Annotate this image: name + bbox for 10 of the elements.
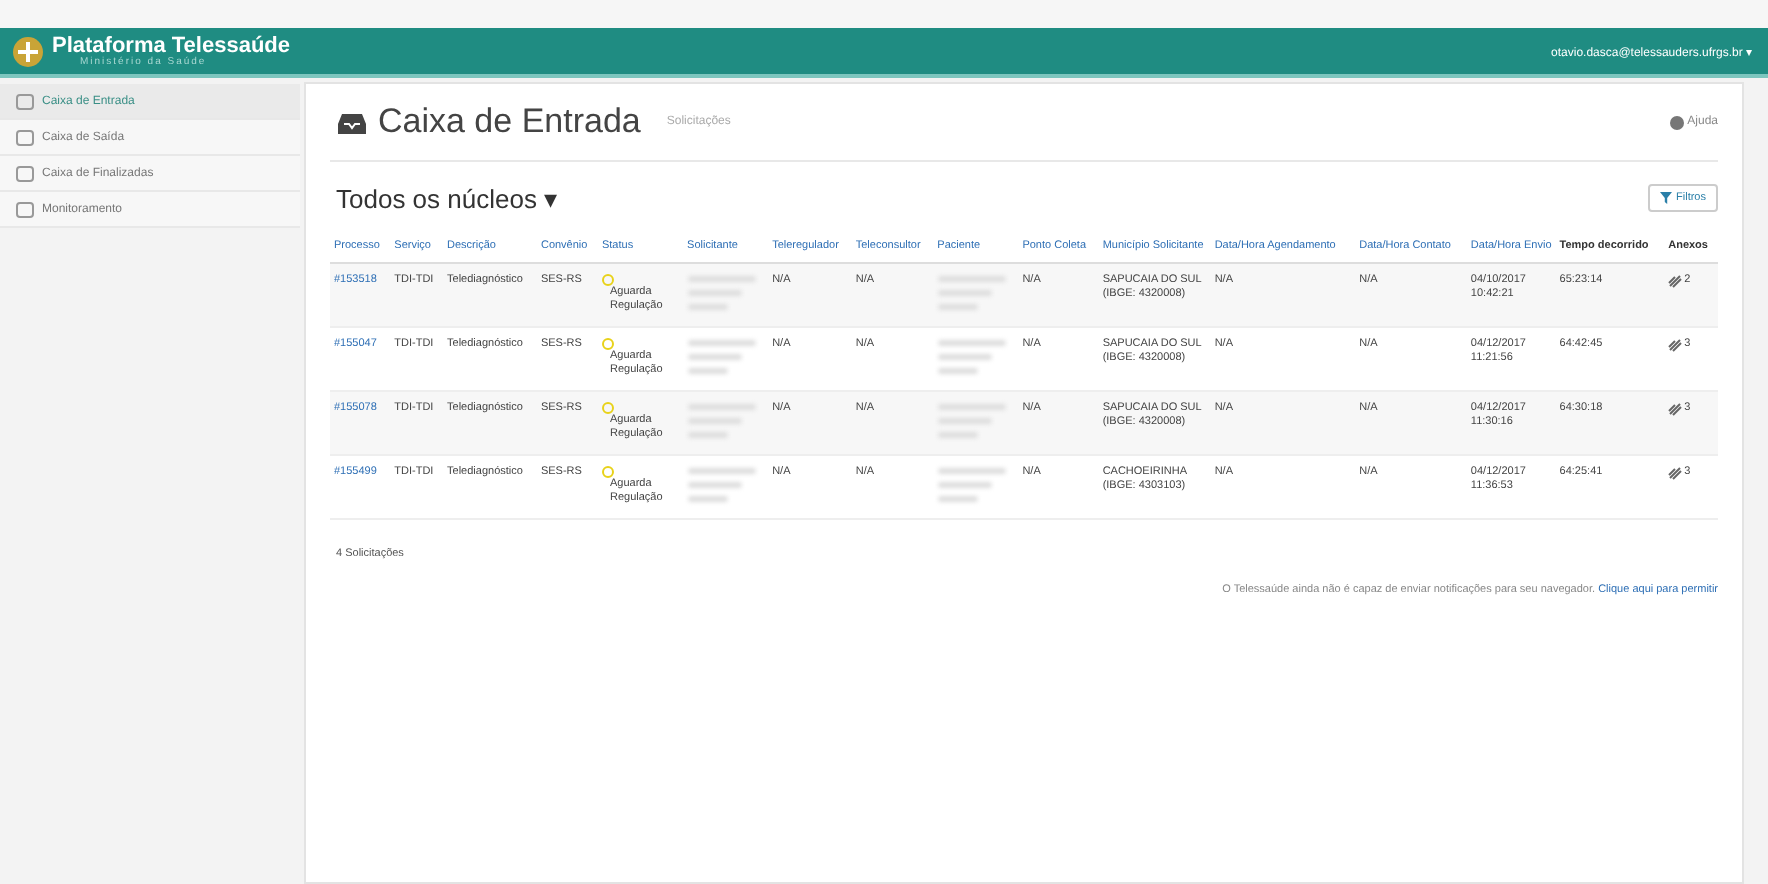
filter-icon xyxy=(1660,192,1673,204)
page-title: Caixa de Entrada xyxy=(378,102,641,142)
inbox-icon xyxy=(336,109,368,135)
redacted-text xyxy=(937,338,1006,374)
redacted-text xyxy=(687,338,756,374)
section-title[interactable]: Todos os núcleos ▾ xyxy=(330,183,559,213)
brand-title[interactable]: Plataforma Telessaúde xyxy=(52,35,291,57)
logo-icon xyxy=(12,35,44,67)
redacted-text xyxy=(687,466,756,502)
redacted-text xyxy=(937,466,1006,502)
